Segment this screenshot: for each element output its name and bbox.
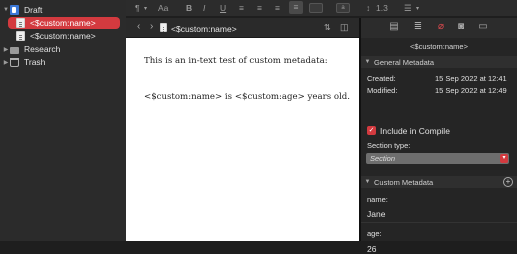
chevron-down-icon[interactable]: ▾ <box>144 5 147 12</box>
custom-metadata-header[interactable]: ▼ Custom Metadata + <box>361 176 517 188</box>
modified-value: 15 Sep 2022 at 12:49 <box>435 86 507 95</box>
created-label: Created: <box>367 74 396 83</box>
disclosure-closed-icon[interactable]: ▶ <box>2 46 10 53</box>
align-center-icon[interactable]: ≡ <box>257 3 262 13</box>
align-right-icon[interactable]: ≡ <box>275 3 280 13</box>
binder-item-custom-name-1[interactable]: <$custom:name> <box>8 17 120 29</box>
comments-tab-icon[interactable]: ▭ <box>476 21 490 33</box>
binder-item-trash[interactable]: ▶ Trash <box>2 56 46 68</box>
italic-button[interactable]: I <box>203 3 205 13</box>
field-divider <box>361 222 517 223</box>
binder-item-label: Research <box>24 44 61 54</box>
general-metadata-header[interactable]: ▼ General Metadata <box>361 56 517 68</box>
binder-item-label: Trash <box>24 57 46 67</box>
field-value-name[interactable]: Jane <box>367 209 385 219</box>
underline-button[interactable]: U <box>220 3 226 13</box>
trash-icon <box>10 57 19 67</box>
draft-folder-icon <box>10 5 19 15</box>
add-field-icon[interactable]: + <box>503 177 513 187</box>
section-type-value: Section <box>370 154 396 163</box>
field-value-age[interactable]: 26 <box>367 244 376 254</box>
editor-pane[interactable]: This is an in-text test of custom metada… <box>126 38 359 241</box>
text-color-well[interactable] <box>309 3 323 13</box>
binder-item-research[interactable]: ▶ Research <box>2 43 61 55</box>
created-value: 15 Sep 2022 at 12:41 <box>435 74 507 83</box>
section-title: General Metadata <box>374 57 435 67</box>
snapshots-tab-icon[interactable]: ◙ <box>454 21 468 33</box>
up-down-arrows-icon[interactable]: ⇅ <box>324 23 331 32</box>
section-type-label: Section type: <box>367 141 411 150</box>
binder-item-label: <$custom:name> <box>30 18 96 28</box>
binder-item-custom-name-2[interactable]: <$custom:name> <box>8 30 96 42</box>
modified-label: Modified: <box>367 86 398 95</box>
folder-icon <box>10 46 19 54</box>
line-spacing-icon[interactable]: ↕ <box>366 3 370 13</box>
binder-item-label: Draft <box>24 5 43 15</box>
binder-item-label: <$custom:name> <box>30 31 96 41</box>
include-in-compile-checkbox[interactable]: ✓ <box>367 126 376 135</box>
disclosure-open-icon[interactable]: ▼ <box>2 7 10 13</box>
disclosure-closed-icon[interactable]: ▶ <box>2 59 10 66</box>
chevron-down-icon[interactable]: ▾ <box>416 5 419 12</box>
editor-text-line[interactable]: <$custom:name> is <$custom:age> years ol… <box>144 92 350 102</box>
chevron-down-icon[interactable]: ▾ <box>500 154 508 163</box>
inspector-pane: ▤ ≣ ⌀ ◙ ▭ <$custom:name> ▼ General Metad… <box>361 18 517 254</box>
field-label-name: name: <box>367 195 388 204</box>
binder-sidebar: ▼ Draft <$custom:name> <$custom:name> ▶ … <box>0 0 126 241</box>
document-icon <box>16 18 25 28</box>
editor-title[interactable]: <$custom:name> <box>171 24 237 34</box>
back-arrow-icon[interactable]: ‹ <box>137 21 140 32</box>
chevron-down-icon[interactable]: ▼ <box>361 179 374 185</box>
field-label-age: age: <box>367 229 382 238</box>
editor-header: ‹ › <$custom:name> ⇅ ◫ <box>126 18 359 38</box>
format-bar: ¶ ▾ Aa B I U ≡ ≡ ≡ ≡ a ↕ 1.3 ☰ ▾ <box>126 0 517 16</box>
split-editor-icon[interactable]: ◫ <box>340 22 349 33</box>
bold-button[interactable]: B <box>186 3 192 13</box>
inspector-tabs: ▤ ≣ ⌀ ◙ ▭ <box>361 18 517 38</box>
include-in-compile-label: Include in Compile <box>380 126 450 136</box>
notes-tab-icon[interactable]: ▤ <box>387 21 401 33</box>
justify-icon[interactable]: ≡ <box>289 1 303 14</box>
section-title: Custom Metadata <box>374 177 434 187</box>
align-left-icon[interactable]: ≡ <box>239 3 244 13</box>
editor-text-line[interactable]: This is an in-text test of custom metada… <box>144 56 328 66</box>
metadata-tab-icon[interactable]: ⌀ <box>434 21 448 33</box>
document-icon <box>16 31 25 41</box>
list-icon[interactable]: ☰ <box>404 3 412 14</box>
forward-arrow-icon[interactable]: › <box>150 21 153 32</box>
section-type-select[interactable]: Section ▾ <box>366 153 509 164</box>
line-spacing-value[interactable]: 1.3 <box>376 3 388 13</box>
bookmarks-tab-icon[interactable]: ≣ <box>411 21 425 33</box>
document-icon <box>160 23 167 32</box>
highlight-color-well[interactable]: a <box>336 3 350 13</box>
chevron-down-icon[interactable]: ▼ <box>361 59 374 65</box>
font-panel-button[interactable]: Aa <box>158 3 168 13</box>
paragraph-icon[interactable]: ¶ <box>135 3 140 13</box>
binder-item-draft[interactable]: ▼ Draft <box>2 4 42 16</box>
inspector-title: <$custom:name> <box>410 42 468 51</box>
